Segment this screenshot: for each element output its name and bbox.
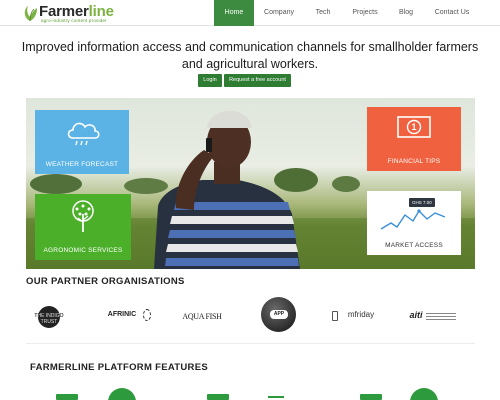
nav-company[interactable]: Company [258,0,300,26]
partner-name-afrinic: AFRINIC [107,311,137,318]
nav-projects[interactable]: Projects [345,0,385,26]
partner-name-mfriday: mfriday [347,310,375,319]
tree-icon [72,200,94,232]
nav-blog[interactable]: Blog [390,0,422,26]
weather-forecast-label: WEATHER FORECAST [45,161,119,168]
partner-logo-indigo-trust[interactable]: the indigo trust [26,305,72,329]
nav-contact-us[interactable]: Contact Us [428,0,476,26]
feature-icon-2[interactable] [410,388,438,400]
top-navbar: Farmerline agro-industry content provide… [0,0,500,26]
partner-logo-afrinic[interactable]: AFRINIC [100,305,152,329]
agronomic-services-label: AGRONOMIC SERVICES [43,247,123,254]
price-trend-chart-icon [380,209,446,230]
partner-name-aiti: aiti [409,310,423,320]
weather-forecast-tile[interactable]: WEATHER FORECAST [35,110,129,174]
partner-logo-mfriday[interactable]: mfriday [330,305,382,329]
hero-banner: WEATHER FORECAST 1 FINANCIAL TIPS AGRONO… [26,98,475,269]
partner-name-app: APP [270,310,288,319]
partners-section-title: OUR PARTNER ORGANISATIONS [26,276,185,287]
feature-badge-3 [360,394,382,400]
leaf-logo-icon [24,6,37,22]
banknote-glyph: 1 [411,122,417,132]
nav-home[interactable]: Home [214,0,254,26]
financial-tips-tile[interactable]: 1 FINANCIAL TIPS [367,107,461,171]
market-access-tile[interactable]: GHS 7.00 MARKET ACCESS [367,191,461,255]
partner-name-indigo: the indigo trust [34,313,64,325]
financial-tips-label: FINANCIAL TIPS [387,158,441,165]
nav-tech[interactable]: Tech [305,0,341,26]
agronomic-services-tile[interactable]: AGRONOMIC SERVICES [35,194,131,260]
partner-logo-aiti[interactable]: aiti [408,305,460,329]
feature-badge-2 [207,394,229,400]
market-access-label: MARKET ACCESS [385,242,443,249]
farmerline-logo[interactable]: Farmerline agro-industry content provide… [22,3,132,23]
market-price-tag: GHS 7.00 [409,198,435,207]
request-account-button[interactable]: Request a free account [224,74,291,87]
partner-logo-aquafish[interactable]: AQUA FISH [176,305,228,329]
mfriday-mark-icon [332,311,338,321]
cloud-rain-icon [67,122,100,146]
feature-badge-1 [56,394,78,400]
afrinic-globe-icon [143,309,151,321]
features-section-title: FARMERLINE PLATFORM FEATURES [30,362,208,373]
section-divider [26,343,475,344]
partner-logo-app[interactable]: APP [260,296,298,334]
feature-icon-1[interactable] [108,388,136,400]
partner-name-aquafish: AQUA FISH [182,312,222,321]
logo-tagline: agro-industry content provider [41,18,107,23]
feature-check-icon [268,394,284,398]
aiti-subtext-lines [426,313,456,321]
login-button[interactable]: Login [198,74,222,87]
hero-headline: Improved information access and communic… [21,40,479,71]
